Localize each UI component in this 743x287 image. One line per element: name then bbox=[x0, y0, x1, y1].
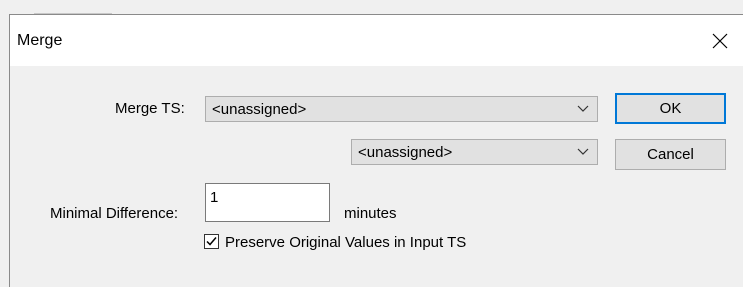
minimal-difference-input[interactable]: 1 bbox=[205, 183, 330, 222]
merge-ts-secondary-select[interactable]: <unassigned> bbox=[351, 139, 598, 165]
merge-ts-primary-value: <unassigned> bbox=[212, 101, 307, 118]
merge-ts-label: Merge TS: bbox=[115, 100, 185, 117]
background-window-strip bbox=[0, 0, 743, 14]
minutes-unit-label: minutes bbox=[344, 205, 397, 222]
close-icon bbox=[712, 33, 728, 48]
preserve-original-checkbox[interactable] bbox=[204, 234, 219, 249]
minimal-difference-label: Minimal Difference: bbox=[50, 205, 179, 222]
chevron-down-icon bbox=[577, 148, 589, 155]
title-bar[interactable]: Merge bbox=[10, 15, 743, 66]
merge-ts-secondary-value: <unassigned> bbox=[358, 144, 453, 161]
cancel-button[interactable]: Cancel bbox=[615, 139, 726, 170]
ok-button[interactable]: OK bbox=[615, 93, 726, 124]
chevron-down-icon bbox=[577, 105, 589, 112]
close-button[interactable] bbox=[697, 15, 743, 66]
preserve-original-label[interactable]: Preserve Original Values in Input TS bbox=[225, 234, 466, 251]
minimal-difference-value: 1 bbox=[210, 189, 219, 206]
merge-dialog: Merge Merge TS: <unassigned> <unassigned… bbox=[9, 14, 743, 287]
check-icon bbox=[206, 237, 217, 246]
merge-ts-primary-select[interactable]: <unassigned> bbox=[205, 96, 598, 122]
window-title: Merge bbox=[17, 32, 63, 49]
